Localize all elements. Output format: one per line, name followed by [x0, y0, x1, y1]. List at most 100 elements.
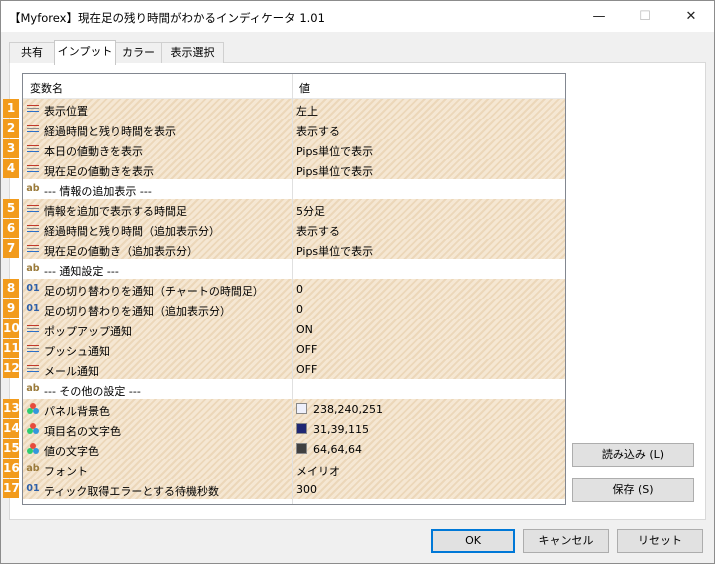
list-icon	[26, 242, 40, 256]
parameter-value[interactable]: 表示する	[296, 123, 340, 139]
parameter-name: パネル背景色	[44, 405, 110, 418]
parameter-row[interactable]: パネル背景色 238,240,251	[23, 399, 565, 419]
text-icon: ab	[26, 183, 40, 194]
parameter-value[interactable]: メイリオ	[296, 463, 340, 479]
row-number-badge: 7	[3, 239, 19, 258]
parameter-value[interactable]: ON	[296, 323, 313, 336]
parameter-row[interactable]: 01 足の切り替わりを通知（チャートの時間足） 0	[23, 279, 565, 299]
parameter-row[interactable]: 経過時間と残り時間を表示 表示する	[23, 119, 565, 139]
parameter-row[interactable]: ab --- 情報の追加表示 ---	[23, 179, 565, 199]
parameter-value[interactable]: 31,39,115	[313, 423, 369, 436]
row-number-badge: 4	[3, 159, 19, 178]
parameter-name: 経過時間と残り時間（追加表示分）	[44, 225, 220, 238]
text-icon: ab	[26, 463, 40, 474]
parameter-row[interactable]: 項目名の文字色 31,39,115	[23, 419, 565, 439]
parameter-row[interactable]: 現在足の値動きを表示 Pips単位で表示	[23, 159, 565, 179]
parameter-value[interactable]: 0	[296, 283, 303, 296]
color-icon	[26, 402, 40, 416]
parameter-row[interactable]: ab --- その他の設定 ---	[23, 379, 565, 399]
parameter-name: --- 通知設定 ---	[44, 265, 119, 278]
color-icon	[26, 422, 40, 436]
parameter-name: 表示位置	[44, 105, 88, 118]
color-swatch[interactable]	[296, 403, 307, 414]
parameter-name: プッシュ通知	[44, 345, 110, 358]
parameter-name: 現在足の値動き（追加表示分）	[44, 245, 198, 258]
parameter-name: 情報を追加で表示する時間足	[44, 205, 187, 218]
row-number-badge: 8	[3, 279, 19, 298]
list-icon	[26, 362, 40, 376]
column-divider	[292, 74, 293, 504]
parameter-value[interactable]: OFF	[296, 363, 317, 376]
list-icon	[26, 322, 40, 336]
maximize-button[interactable]: ☐	[622, 1, 668, 32]
parameter-name: ティック取得エラーとする待機秒数	[44, 485, 220, 498]
number-icon: 01	[26, 283, 40, 294]
load-button[interactable]: 読み込み (L)	[572, 443, 694, 467]
parameter-value[interactable]: Pips単位で表示	[296, 163, 373, 179]
title-bar: 【Myforex】現在足の残り時間がわかるインディケータ 1.01 — ☐ ✕	[1, 1, 714, 32]
tab-colors[interactable]: カラー	[114, 42, 163, 63]
parameter-row[interactable]: 値の文字色 64,64,64	[23, 439, 565, 459]
header-variable: 変数名	[30, 82, 63, 95]
save-button[interactable]: 保存 (S)	[572, 478, 694, 502]
parameter-value[interactable]: 300	[296, 483, 317, 496]
parameter-row[interactable]: 01 ティック取得エラーとする待機秒数 300	[23, 479, 565, 499]
parameter-row[interactable]: ab --- 通知設定 ---	[23, 259, 565, 279]
minimize-button[interactable]: —	[576, 1, 622, 32]
text-icon: ab	[26, 263, 40, 274]
parameter-name: 足の切り替わりを通知（チャートの時間足）	[44, 285, 264, 298]
parameter-name: ポップアップ通知	[44, 325, 132, 338]
parameter-row[interactable]: ポップアップ通知 ON	[23, 319, 565, 339]
parameter-row[interactable]: 表示位置 左上	[23, 99, 565, 119]
parameter-row[interactable]: 本日の値動きを表示 Pips単位で表示	[23, 139, 565, 159]
parameter-value[interactable]: Pips単位で表示	[296, 143, 373, 159]
parameter-value[interactable]: OFF	[296, 343, 317, 356]
parameter-value[interactable]: 左上	[296, 103, 318, 119]
row-number-badge: 3	[3, 139, 19, 158]
parameter-name: 足の切り替わりを通知（追加表示分）	[44, 305, 231, 318]
parameter-name: 現在足の値動きを表示	[44, 165, 154, 178]
parameter-value[interactable]: 64,64,64	[313, 443, 362, 456]
parameter-row[interactable]: 01 足の切り替わりを通知（追加表示分） 0	[23, 299, 565, 319]
reset-button[interactable]: リセット	[617, 529, 703, 553]
list-icon	[26, 202, 40, 216]
parameter-row[interactable]: 経過時間と残り時間（追加表示分） 表示する	[23, 219, 565, 239]
row-number-badge: 6	[3, 219, 19, 238]
window-title: 【Myforex】現在足の残り時間がわかるインディケータ 1.01	[9, 11, 325, 25]
header-value: 値	[299, 82, 310, 95]
ok-button[interactable]: OK	[431, 529, 515, 553]
row-number-badge: 10	[3, 319, 20, 338]
row-number-badge: 13	[3, 399, 20, 418]
tab-visualization[interactable]: 表示選択	[161, 42, 224, 63]
parameter-value[interactable]: 表示する	[296, 223, 340, 239]
tab-common[interactable]: 共有	[9, 42, 55, 63]
parameter-name: フォント	[44, 465, 88, 478]
number-icon: 01	[26, 483, 40, 494]
parameter-name: 値の文字色	[44, 445, 99, 458]
color-swatch[interactable]	[296, 443, 307, 454]
number-icon: 01	[26, 303, 40, 314]
parameter-value[interactable]: 238,240,251	[313, 403, 383, 416]
parameter-value[interactable]: Pips単位で表示	[296, 243, 373, 259]
parameter-row[interactable]: ab フォント メイリオ	[23, 459, 565, 479]
list-icon	[26, 162, 40, 176]
color-swatch[interactable]	[296, 423, 307, 434]
close-button[interactable]: ✕	[668, 1, 714, 32]
inputs-grid: 変数名 値 表示位置 左上 経過時間と残り時間を表示 表示する本日の値動きを表示 Pip…	[22, 73, 566, 505]
list-icon	[26, 222, 40, 236]
parameter-row[interactable]: 現在足の値動き（追加表示分） Pips単位で表示	[23, 239, 565, 259]
cancel-button[interactable]: キャンセル	[523, 529, 609, 553]
parameter-row[interactable]: 情報を追加で表示する時間足 5分足	[23, 199, 565, 219]
parameter-value[interactable]: 5分足	[296, 203, 325, 219]
grid-header: 変数名 値	[23, 74, 565, 99]
row-number-badge: 16	[3, 459, 20, 478]
row-number-badge: 11	[3, 339, 20, 358]
row-number-badge: 2	[3, 119, 19, 138]
parameter-name: 本日の値動きを表示	[44, 145, 143, 158]
row-number-badge: 15	[3, 439, 20, 458]
tab-input[interactable]: インプット	[54, 40, 116, 65]
parameter-row[interactable]: プッシュ通知 OFF	[23, 339, 565, 359]
parameter-value[interactable]: 0	[296, 303, 303, 316]
parameter-row[interactable]: メール通知 OFF	[23, 359, 565, 379]
color-icon	[26, 442, 40, 456]
